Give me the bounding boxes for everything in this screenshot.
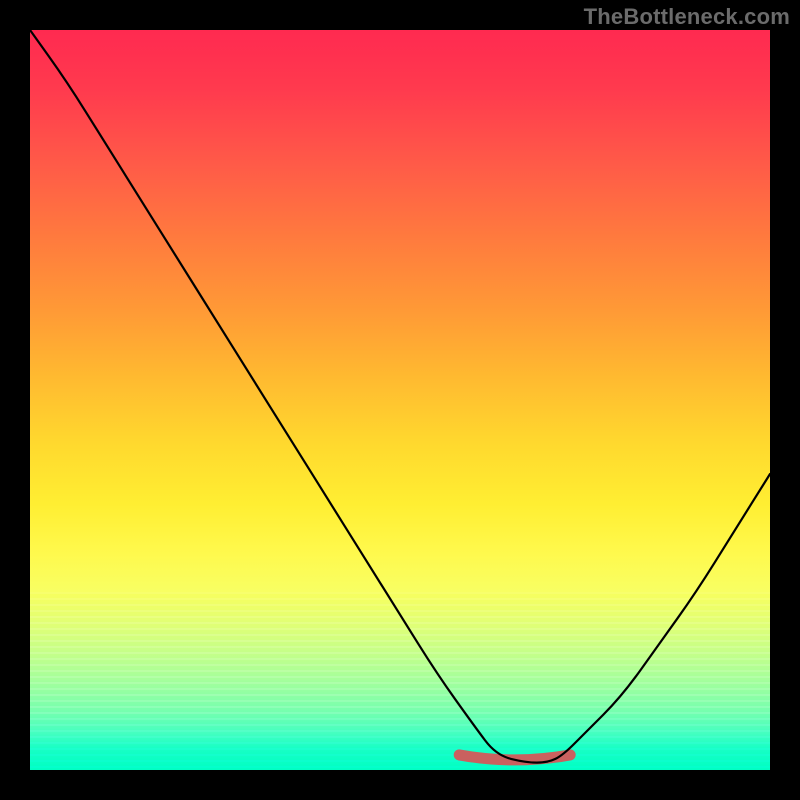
- watermark-text: TheBottleneck.com: [584, 4, 790, 30]
- curve-svg: [30, 30, 770, 770]
- chart-frame: TheBottleneck.com: [0, 0, 800, 800]
- bottleneck-curve: [30, 30, 770, 763]
- plot-area: [30, 30, 770, 770]
